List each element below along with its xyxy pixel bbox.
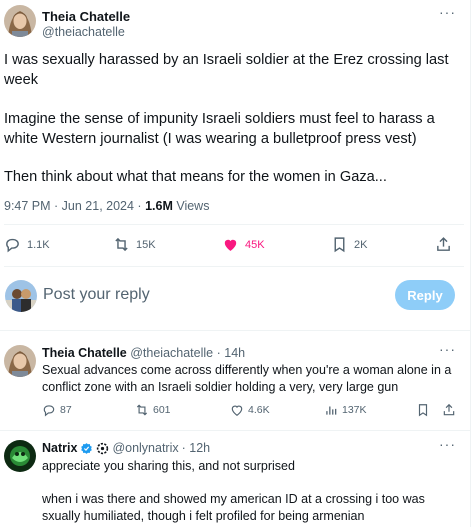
comment-like-button[interactable]: 4.6K xyxy=(230,403,270,417)
comment-header: Natrix @onlynatrix · 12h xyxy=(42,441,210,455)
comment-views-button[interactable]: 137K xyxy=(324,403,367,417)
comment-text: Sexual advances come across differently … xyxy=(42,363,452,394)
comment-avatar[interactable] xyxy=(4,440,36,472)
like-count: 45K xyxy=(245,238,265,251)
comment-view-count: 137K xyxy=(342,404,367,416)
reply-input[interactable]: Post your reply xyxy=(43,286,150,304)
tweet-timestamp[interactable]: 9:47 PM · Jun 21, 2024 · xyxy=(4,199,145,213)
tweet-actions: 1.1K 15K 45K 2K xyxy=(4,236,452,258)
reply-count: 1.1K xyxy=(27,238,50,251)
comment-reply-button[interactable]: 87 xyxy=(42,403,72,417)
bookmark-count: 2K xyxy=(354,238,368,251)
reply-submit-button[interactable]: Reply xyxy=(395,280,455,310)
tweet-body: I was sexually harassed by an Israeli so… xyxy=(4,51,462,207)
tweet-thread-view: Theia Chatelle @theiachatelle ··· I was … xyxy=(0,0,474,527)
divider xyxy=(4,224,464,225)
gear-badge-icon xyxy=(97,442,109,454)
reply-icon xyxy=(43,405,55,417)
comment-author-name[interactable]: Theia Chatelle xyxy=(42,346,127,360)
repost-icon xyxy=(136,404,148,416)
comment-author-name[interactable]: Natrix xyxy=(42,441,77,455)
comment-paragraph: appreciate you sharing this, and not sur… xyxy=(42,459,295,473)
views-label: Views xyxy=(172,199,210,213)
divider xyxy=(0,330,470,331)
comment-avatar[interactable] xyxy=(4,345,36,377)
reply-icon xyxy=(6,238,19,253)
comment-like-count: 4.6K xyxy=(248,404,270,416)
heart-filled-icon xyxy=(224,239,237,251)
views-count: 1.6M xyxy=(145,199,173,213)
author-avatar[interactable] xyxy=(4,5,36,37)
bookmark-icon xyxy=(418,404,428,417)
repost-button[interactable]: 15K xyxy=(113,236,156,253)
current-user-avatar[interactable] xyxy=(5,280,37,312)
bookmark-icon xyxy=(334,237,345,253)
analytics-icon xyxy=(326,406,337,415)
more-options-icon[interactable]: ··· xyxy=(439,341,456,357)
share-icon xyxy=(443,403,455,416)
comment-reply-count: 87 xyxy=(60,404,72,416)
more-options-icon[interactable]: ··· xyxy=(439,436,456,452)
author-name[interactable]: Theia Chatelle xyxy=(42,9,130,24)
comment-header: Theia Chatelle @theiachatelle · 14h xyxy=(42,346,245,360)
repost-icon xyxy=(115,237,128,252)
tweet-paragraph: I was sexually harassed by an Israeli so… xyxy=(4,52,449,88)
column-border xyxy=(470,0,471,527)
comment-repost-count: 601 xyxy=(153,404,171,416)
comment-author-handle[interactable]: @onlynatrix xyxy=(112,441,178,455)
comment-share-button[interactable] xyxy=(442,403,456,417)
comment-actions: 87 601 4.6K 137K xyxy=(42,403,460,419)
tweet-paragraph: Then think about what that means for the… xyxy=(4,169,387,185)
comment-time[interactable]: · 12h xyxy=(182,441,211,455)
comment-author-handle[interactable]: @theiachatelle xyxy=(130,346,213,360)
repost-count: 15K xyxy=(136,238,156,251)
heart-icon xyxy=(231,405,243,416)
reply-button[interactable]: 1.1K xyxy=(4,236,50,253)
more-options-icon[interactable]: ··· xyxy=(439,4,456,20)
bookmark-button[interactable]: 2K xyxy=(331,236,367,253)
comment-text: appreciate you sharing this, and not sur… xyxy=(42,458,460,527)
share-button[interactable] xyxy=(435,236,452,253)
comment-time[interactable]: · 14h xyxy=(217,346,246,360)
verified-badge-icon xyxy=(81,442,93,454)
tweet-meta: 9:47 PM · Jun 21, 2024 · 1.6M Views xyxy=(4,199,209,213)
divider xyxy=(4,266,464,267)
author-handle[interactable]: @theiachatelle xyxy=(42,25,125,39)
comment-paragraph: when i was there and showed my american … xyxy=(42,492,425,523)
comment-bookmark-button[interactable] xyxy=(416,403,430,417)
tweet-paragraph: Imagine the sense of impunity Israeli so… xyxy=(4,111,435,147)
comment-repost-button[interactable]: 601 xyxy=(135,403,171,417)
share-icon xyxy=(437,237,450,251)
divider xyxy=(0,430,470,431)
like-button[interactable]: 45K xyxy=(222,236,265,253)
